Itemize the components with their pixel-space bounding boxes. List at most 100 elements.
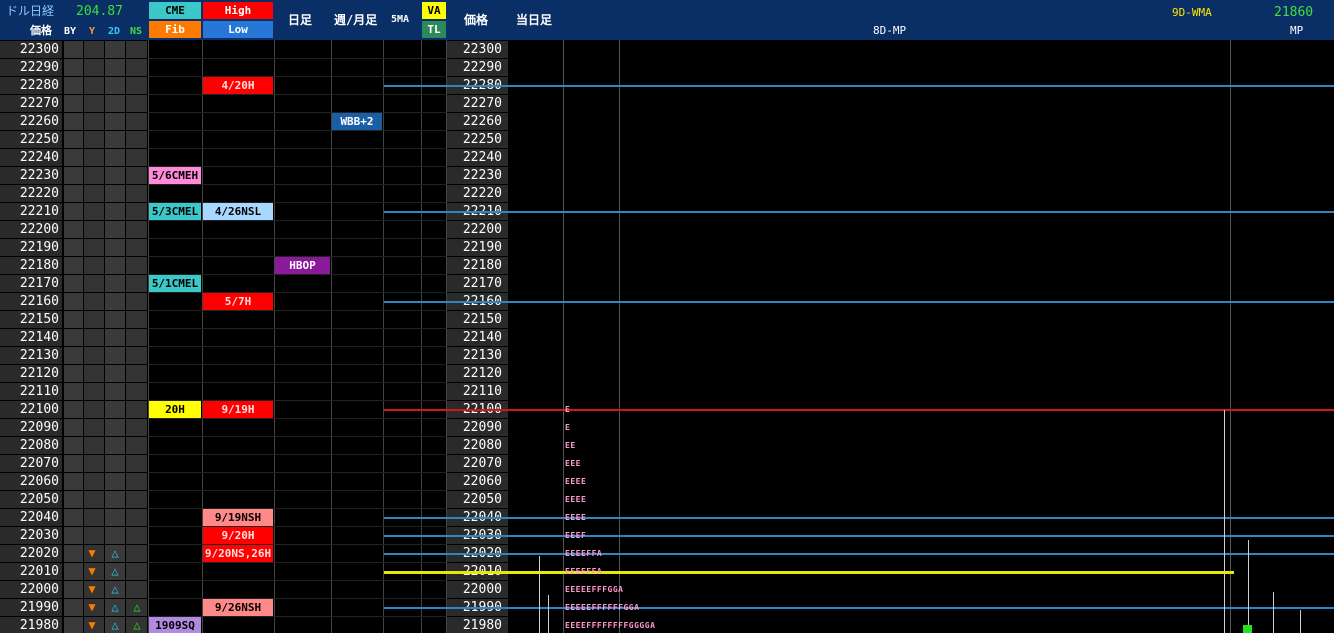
level-tag[interactable]: 9/19H bbox=[203, 401, 273, 418]
level-tag[interactable]: 4/20H bbox=[203, 77, 273, 94]
by-column-header: BY bbox=[64, 26, 77, 37]
level-tag[interactable]: 9/20H bbox=[203, 527, 273, 544]
price-cell-2: 22240 bbox=[447, 149, 508, 166]
by-cell bbox=[64, 455, 83, 472]
price-row[interactable]: 22000 22000 bbox=[0, 581, 510, 599]
ns-cell bbox=[126, 347, 147, 364]
y2d-cell bbox=[105, 257, 125, 274]
price-cell: 22160 bbox=[0, 293, 62, 310]
tpo-letters: EEEEEFFFFFFGGA bbox=[565, 603, 640, 612]
level-tag[interactable]: 5/3CMEL bbox=[149, 203, 201, 220]
level-tag[interactable]: 1909SQ bbox=[149, 617, 201, 633]
y-cell bbox=[84, 41, 104, 58]
y2d-cell bbox=[105, 185, 125, 202]
ns-cell bbox=[126, 383, 147, 400]
price-cell: 22210 bbox=[0, 203, 62, 220]
daily-column-header[interactable]: 日足 bbox=[288, 13, 312, 27]
price-row[interactable]: 22170 22170 bbox=[0, 275, 510, 293]
by-cell bbox=[64, 221, 83, 238]
price-cell: 22110 bbox=[0, 383, 62, 400]
price-row[interactable]: 22240 22240 bbox=[0, 149, 510, 167]
price-row[interactable]: 22220 22220 bbox=[0, 185, 510, 203]
ns-column-header: NS bbox=[130, 26, 143, 37]
price-cell-2: 22110 bbox=[447, 383, 508, 400]
by-cell bbox=[64, 275, 83, 292]
price-row[interactable]: 22070 22070 bbox=[0, 455, 510, 473]
price-cell: 22020 bbox=[0, 545, 62, 562]
level-tag[interactable]: WBB+2 bbox=[332, 113, 382, 130]
tl-column-header[interactable]: TL bbox=[422, 21, 446, 38]
price-cell: 22240 bbox=[0, 149, 62, 166]
level-tag[interactable]: 5/7H bbox=[203, 293, 273, 310]
high-column-header[interactable]: High bbox=[203, 2, 273, 19]
y-cell bbox=[84, 437, 104, 454]
tpo-letters: EE bbox=[565, 441, 576, 450]
price-row[interactable]: 22060 22060 bbox=[0, 473, 510, 491]
price-cell: 22280 bbox=[0, 77, 62, 94]
y-cell bbox=[84, 293, 104, 310]
level-tag[interactable]: 5/6CMEH bbox=[149, 167, 201, 184]
price-row[interactable]: 22080 22080 bbox=[0, 437, 510, 455]
y2d-cell bbox=[105, 113, 125, 130]
price-row[interactable]: 22260 22260 bbox=[0, 113, 510, 131]
low-column-header[interactable]: Low bbox=[203, 21, 273, 38]
price-cell: 22150 bbox=[0, 311, 62, 328]
price-row[interactable]: 22140 22140 bbox=[0, 329, 510, 347]
price-row[interactable]: 22090 22090 bbox=[0, 419, 510, 437]
ns-cell bbox=[126, 419, 147, 436]
cme-column-header[interactable]: CME bbox=[149, 2, 201, 19]
price-cell-2: 21980 bbox=[447, 617, 508, 633]
by-cell bbox=[64, 401, 83, 418]
by-cell bbox=[64, 203, 83, 220]
level-tag[interactable]: 4/26NSL bbox=[203, 203, 273, 220]
price-row[interactable]: 22180 22180 bbox=[0, 257, 510, 275]
ns-cell bbox=[126, 221, 147, 238]
price-cell-2: 22300 bbox=[447, 41, 508, 58]
up-triangle-icon: △ bbox=[111, 600, 119, 614]
ns-cell bbox=[126, 41, 147, 58]
price-cell-2: 22000 bbox=[447, 581, 508, 598]
by-cell bbox=[64, 509, 83, 526]
price-row[interactable]: 22050 22050 bbox=[0, 491, 510, 509]
price-cell-2: 22080 bbox=[447, 437, 508, 454]
level-tag[interactable]: 20H bbox=[149, 401, 201, 418]
level-tag[interactable]: 9/26NSH bbox=[203, 599, 273, 616]
level-tag[interactable]: 9/19NSH bbox=[203, 509, 273, 526]
price-row[interactable]: 22230 22230 bbox=[0, 167, 510, 185]
profile-bar bbox=[1273, 592, 1274, 633]
ns-cell bbox=[126, 401, 147, 418]
ns-cell bbox=[126, 545, 147, 562]
ns-cell bbox=[126, 491, 147, 508]
level-tag[interactable]: 5/1CMEL bbox=[149, 275, 201, 292]
market-profile-window: ドル日経 204.87 価格 BY Y 2D NS CME Fib High L… bbox=[0, 0, 1334, 633]
price-row[interactable]: 22110 22110 bbox=[0, 383, 510, 401]
5ma-column-header[interactable]: 5MA bbox=[391, 13, 409, 27]
top-value: 204.87 bbox=[76, 4, 123, 19]
price-row[interactable]: 22300 22300 bbox=[0, 41, 510, 59]
price-row[interactable]: 22130 22130 bbox=[0, 347, 510, 365]
price-row[interactable]: 22250 22250 bbox=[0, 131, 510, 149]
price-level-line bbox=[384, 607, 1334, 609]
tpo-letters: EEEEFFA bbox=[565, 567, 603, 576]
price-row[interactable]: 22270 22270 bbox=[0, 95, 510, 113]
level-tag[interactable]: 9/20NS,26H bbox=[203, 545, 273, 562]
price-cell-2: 22130 bbox=[447, 347, 508, 364]
price-row[interactable]: 22190 22190 bbox=[0, 239, 510, 257]
weekly-monthly-column-header[interactable]: 週/月足 bbox=[334, 13, 377, 27]
price-row[interactable]: 22200 22200 bbox=[0, 221, 510, 239]
price-level-line bbox=[384, 301, 1334, 303]
price-row[interactable]: 22150 22150 bbox=[0, 311, 510, 329]
up-triangle-icon: △ bbox=[111, 582, 119, 596]
va-column-header[interactable]: VA bbox=[422, 2, 446, 19]
price-cell-2: 22230 bbox=[447, 167, 508, 184]
price-cell-2: 22060 bbox=[447, 473, 508, 490]
price-cell: 22060 bbox=[0, 473, 62, 490]
y-cell bbox=[84, 239, 104, 256]
price-row[interactable]: 22120 22120 bbox=[0, 365, 510, 383]
price-row[interactable]: 21980 21980 bbox=[0, 617, 510, 633]
instrument-title: ドル日経 bbox=[6, 4, 55, 18]
price-row[interactable]: 22290 22290 bbox=[0, 59, 510, 77]
fib-column-header[interactable]: Fib bbox=[149, 21, 201, 38]
level-tag[interactable]: HBOP bbox=[275, 257, 330, 274]
down-triangle-icon: ▼ bbox=[88, 618, 96, 632]
